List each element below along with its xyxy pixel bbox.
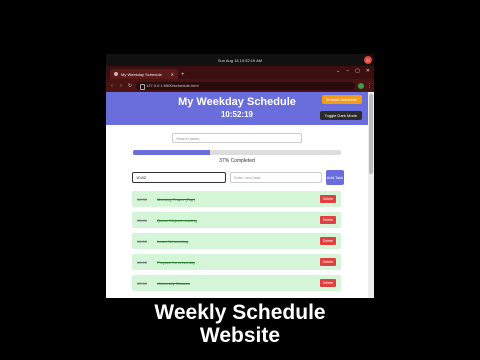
task-item[interactable]: 08:00 Prepare for university Delete (132, 254, 341, 270)
video-caption: Weekly Schedule Website (0, 301, 480, 347)
desktop-screen: Sun Aug 18 10:52:19 AM ⏻ My Weekday Sche… (106, 54, 374, 298)
extension-icon[interactable] (358, 82, 364, 89)
task-time: 06:40 (137, 217, 148, 223)
task-time: 06:30 (137, 196, 148, 202)
task-name: Morning Prayer (Fajr) (157, 196, 196, 202)
browser-menu-icon[interactable]: ⋮ (367, 83, 372, 89)
url-field[interactable]: 127.0.0.1:5500/schedule.html (136, 81, 355, 90)
progress-fill (133, 150, 210, 155)
task-item[interactable]: 08:30 University Classes Delete (132, 275, 341, 291)
tab-search-icon[interactable]: ⌄ (336, 68, 340, 74)
task-name: Prepare for university (157, 259, 196, 265)
os-top-bar: Sun Aug 18 10:52:19 AM ⏻ (106, 54, 374, 66)
tab-title: My Weekday Schedule (121, 71, 162, 77)
app-header: My Weekday Schedule 10:52:19 Default Sch… (106, 92, 368, 125)
reload-icon[interactable]: ↻ (127, 83, 133, 89)
add-task-button[interactable]: Add Task (326, 170, 344, 185)
scrollbar-thumb[interactable] (369, 94, 373, 174)
task-item[interactable]: 06:30 Morning Prayer (Fajr) Delete (132, 191, 341, 207)
os-datetime: Sun Aug 18 10:52:19 AM (217, 57, 263, 63)
delete-button[interactable]: Delete (319, 279, 336, 287)
address-bar-row: ‹ › ↻ 127.0.0.1:5500/schedule.html ⋮ (106, 79, 374, 92)
task-time: 08:30 (137, 280, 148, 286)
power-icon[interactable]: ⏻ (364, 56, 372, 64)
progress-bar (133, 150, 341, 155)
minimize-icon[interactable]: – (346, 68, 349, 74)
delete-button[interactable]: Delete (319, 258, 336, 266)
toggle-dark-mode-button[interactable]: Toggle Dark Mode (319, 111, 362, 120)
back-icon[interactable]: ‹ (109, 83, 115, 89)
maximize-icon[interactable]: ▢ (355, 68, 360, 74)
browser-tab-strip: My Weekday Schedule ✕ + ⌄ – ▢ ✕ (106, 66, 374, 79)
search-input[interactable]: Search tasks... (172, 133, 302, 143)
globe-icon (114, 72, 118, 76)
delete-button[interactable]: Delete (319, 216, 336, 224)
window-controls: ⌄ – ▢ ✕ (336, 68, 370, 74)
progress-text: 37% Completed (219, 158, 255, 164)
delete-button[interactable]: Delete (319, 237, 336, 245)
task-item[interactable]: 06:40 Quran Mojood reading Delete (132, 212, 341, 228)
task-list: 06:30 Morning Prayer (Fajr) Delete 06:40… (106, 191, 368, 291)
task-name: University Classes (157, 280, 190, 286)
new-tab-button[interactable]: + (181, 72, 185, 78)
time-input[interactable]: 10:52 (132, 172, 226, 183)
task-input[interactable]: Enter new task (230, 172, 322, 183)
task-name: Learn Networking (157, 238, 189, 244)
web-page: My Weekday Schedule 10:52:19 Default Sch… (106, 92, 368, 298)
task-item[interactable]: 06:50 Learn Networking Delete (132, 233, 341, 249)
caption-line-2: Website (199, 324, 281, 347)
forward-icon[interactable]: › (118, 83, 124, 89)
task-name: Quran Mojood reading (157, 217, 197, 223)
caption-line-1: Weekly Schedule (154, 301, 326, 324)
add-task-row: 10:52 Enter new task Add Task (132, 170, 368, 185)
close-window-icon[interactable]: ✕ (366, 68, 370, 74)
close-tab-icon[interactable]: ✕ (171, 72, 174, 77)
task-time: 08:00 (137, 259, 148, 265)
task-time: 06:50 (137, 238, 148, 244)
delete-button[interactable]: Delete (319, 195, 336, 203)
page-scrollbar[interactable] (368, 92, 374, 298)
browser-tab[interactable]: My Weekday Schedule ✕ (110, 69, 178, 79)
default-schedule-button[interactable]: Default Schedule (321, 95, 362, 104)
